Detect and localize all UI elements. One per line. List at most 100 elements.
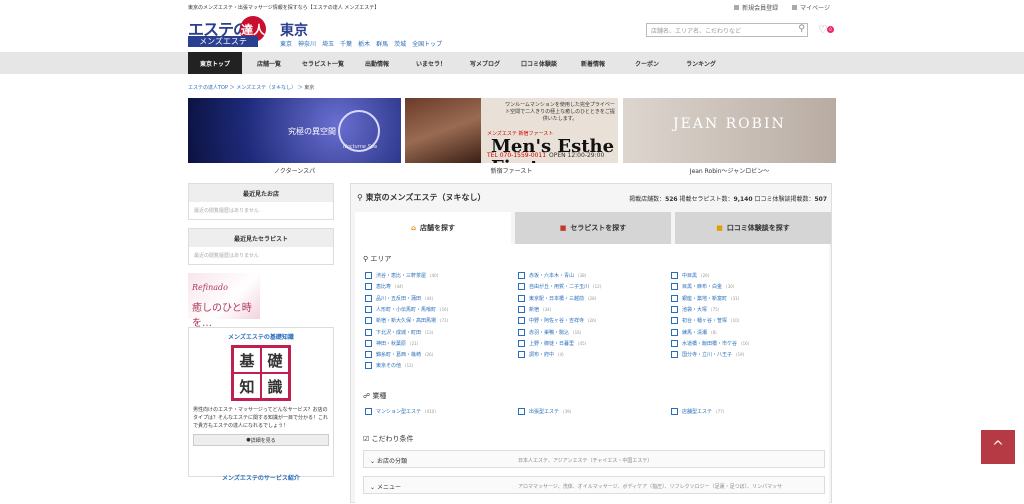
search-input[interactable]: 店舗名、エリア名、こだわりなど ⚲ [646,23,808,37]
checkbox-item[interactable]: 初台・幡ヶ谷・笹塚 (10) [671,317,739,325]
tab-review-search[interactable]: ■ 口コミ体験談を探す [675,212,831,244]
checkbox[interactable] [671,328,678,336]
condition-menu[interactable]: ⌄ メニュー アロママッサージ、洗体、オイルマッサージ、ボディケア（指圧）、リフ… [363,476,825,494]
nav-tokyo-top[interactable]: 東京トップ [188,52,242,74]
checkbox[interactable] [365,294,372,302]
checkbox[interactable] [365,317,372,325]
checkbox-item[interactable]: 渋谷・恵比・三軒茶屋 (40) [365,272,438,279]
checkbox-item[interactable]: 神田・秋葉原 (21) [365,339,418,347]
register-link[interactable]: 新規会員登録 [734,3,778,12]
checkbox[interactable] [671,317,678,325]
checkbox-item[interactable]: 出張型エステ (39) [518,408,571,415]
nav-therapist-list[interactable]: セラピスト一覧 [296,52,350,74]
pref-link[interactable]: 茨城 [394,39,406,48]
checkbox-item[interactable]: 池袋・大塚 (75) [671,305,719,313]
checkbox[interactable] [671,305,678,313]
checkbox[interactable] [518,351,525,359]
checkbox-item[interactable]: 店舗型エステ (77) [671,408,724,415]
pref-link[interactable]: 千葉 [340,39,352,48]
checkbox-item[interactable]: 中野・阿佐ヶ谷・吉祥寺 (26) [518,317,596,325]
service-title[interactable]: メンズエステのサービス紹介 [189,473,333,482]
checkbox[interactable] [365,305,372,313]
nav-reviews[interactable]: 口コミ体験談 [512,52,566,74]
site-logo[interactable]: エステの 達人 メンズエステ [188,16,276,48]
checkbox-item[interactable]: 新宿 (34) [518,305,551,313]
checkbox[interactable] [365,283,372,291]
checkbox[interactable] [671,272,678,279]
details-button[interactable]: ● 詳細を見る [193,434,329,446]
tab-shop-search[interactable]: ⌂ 店舗を探す [355,212,511,244]
checkbox[interactable] [671,408,678,415]
banner-caption[interactable]: 新宿ファースト [405,166,618,175]
nav-shop-list[interactable]: 店舗一覧 [242,52,296,74]
checkbox-item[interactable]: 錦糸町・葛西・篠崎 (26) [365,351,433,359]
pref-link[interactable]: 埼玉 [322,39,334,48]
checkbox-item[interactable]: 東京駅・日本橋・三越前 (28) [518,294,596,302]
checkbox[interactable] [365,272,372,279]
checkbox-item[interactable]: 赤坂・六本木・青山 (38) [518,272,586,279]
checkbox[interactable] [518,408,525,415]
checkbox[interactable] [518,294,525,302]
checkbox[interactable] [671,351,678,359]
nav-coupon[interactable]: クーポン [620,52,674,74]
checkbox-item[interactable]: 恵比寿 (44) [365,283,403,291]
checkbox[interactable] [518,283,525,291]
basics-emblem[interactable]: 基 礎 知 識 [231,345,291,401]
nav-imasera[interactable]: いまセラ！ [404,52,458,74]
checkbox[interactable] [518,339,525,347]
checkbox-item[interactable]: 国分寺・立川・八王子 (19) [671,351,744,359]
condition-shop-category[interactable]: ⌄ お店の分類 日本人エステ、アジアンエステ（チャイエス・中国エステ） [363,450,825,468]
checkbox-item[interactable]: 新宿・新大久保・高田馬場 (71) [365,317,448,325]
basics-title[interactable]: メンズエステの基礎知識 [193,332,329,341]
checkbox-item[interactable]: 自由が丘・用賀・二子玉川 (12) [518,283,601,291]
breadcrumb-link[interactable]: エステの達人TOP [188,85,228,91]
checkbox[interactable] [365,362,372,370]
pref-link[interactable]: 群馬 [376,39,388,48]
checkbox-item[interactable]: 東京その他 (12) [365,362,413,370]
search-icon[interactable]: ⚲ [798,24,805,34]
checkbox[interactable] [518,305,525,313]
pref-link[interactable]: 東京 [280,39,292,48]
checkbox[interactable] [365,328,372,336]
pref-link[interactable]: 全国トップ [412,39,442,48]
back-to-top-button[interactable]: ^ [981,430,1015,464]
checkbox-item[interactable]: 下北沢・成城・町田 (13) [365,328,433,336]
checkbox-item[interactable]: 銀座・築地・新富町 (31) [671,294,739,302]
banner-nocturne[interactable]: 究極の異空間 Nocturne Spa [188,98,401,163]
checkbox-item[interactable]: 上野・御徒・日暮里 (45) [518,339,586,347]
checkbox[interactable] [365,339,372,347]
checkbox-count: (26) [701,273,710,278]
checkbox-item[interactable]: 目黒・麻布・白金 (30) [671,283,734,291]
nav-photo-blog[interactable]: 写メブログ [458,52,512,74]
checkbox[interactable] [518,272,525,279]
checkbox-item[interactable]: マンション型エステ (410) [365,408,436,415]
checkbox[interactable] [671,283,678,291]
checkbox-item[interactable]: 人形町・小伝馬町・馬喰町 (16) [365,305,448,313]
checkbox-item[interactable]: 赤羽・巣鴨・駒込 (16) [518,328,581,336]
checkbox[interactable] [671,294,678,302]
banner-caption[interactable]: Jean Robin〜ジャンロビン〜 [623,166,836,175]
checkbox[interactable] [671,339,678,347]
sidebar-ad-banner[interactable]: Refinado 癒しのひと時を… [188,273,260,329]
breadcrumb-link[interactable]: メンズエステ（ヌキなし） [236,85,296,91]
checkbox[interactable] [518,328,525,336]
banner-jeanrobin[interactable]: JEAN ROBIN [623,98,836,163]
pref-link[interactable]: 栃木 [358,39,370,48]
checkbox-item[interactable]: 品川・五反田・蒲田 (44) [365,294,433,302]
checkbox-item[interactable]: 調布・府中 (4) [518,351,564,359]
checkbox-item[interactable]: 水道橋・飯田橋・市ケ谷 (16) [671,339,749,347]
banner-first[interactable]: ワンルームマンションを使用した完全プライベート空間で二人きりの極上な癒しのひとと… [405,98,618,163]
mypage-link[interactable]: マイページ [792,3,830,12]
pref-link[interactable]: 神奈川 [298,39,316,48]
checkbox[interactable] [518,317,525,325]
banner-caption[interactable]: ノクターンスパ [188,166,401,175]
nav-attendance[interactable]: 出勤情報 [350,52,404,74]
checkbox-item[interactable]: 中目黒 (26) [671,272,709,279]
checkbox-item[interactable]: 練馬・清瀬 (8) [671,328,717,336]
checkbox[interactable] [365,351,372,359]
checkbox[interactable] [365,408,372,415]
nav-ranking[interactable]: ランキング [674,52,728,74]
favorite-icon[interactable]: ♡ 0 [818,23,834,36]
tab-therapist-search[interactable]: ■ セラピストを探す [515,212,671,244]
nav-news[interactable]: 新着情報 [566,52,620,74]
